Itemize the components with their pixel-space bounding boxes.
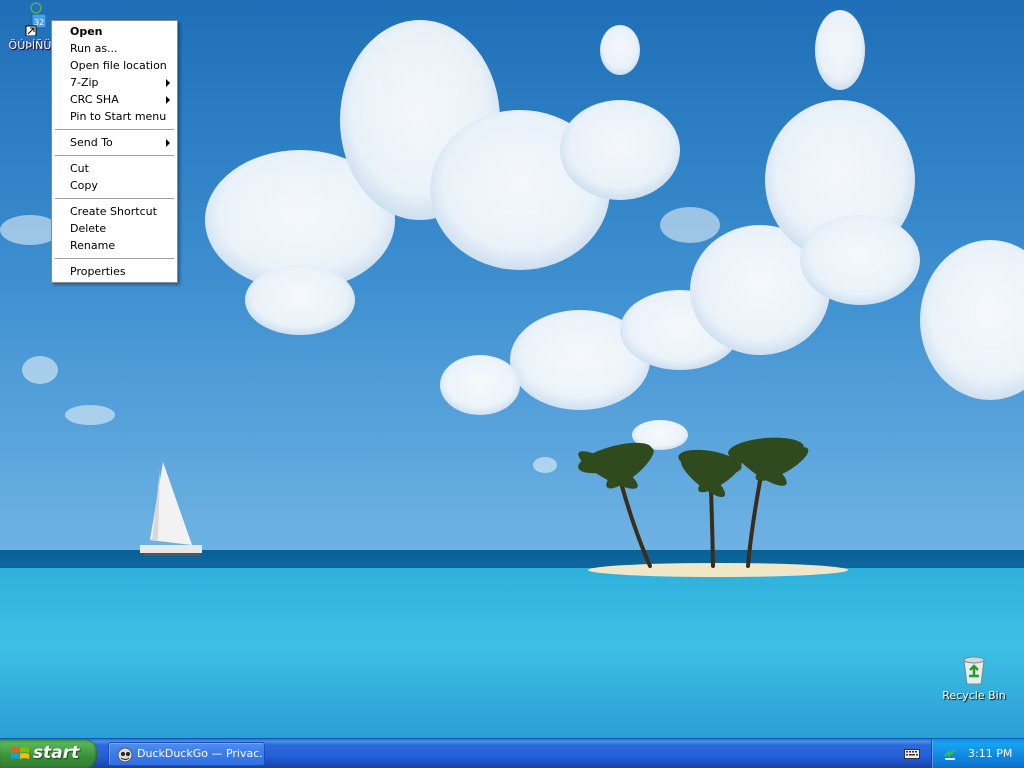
menu-item-7zip[interactable]: 7-Zip: [52, 74, 177, 91]
shortcut-icon: 32: [25, 2, 47, 37]
start-label: start: [33, 743, 80, 763]
menu-item-delete[interactable]: Delete: [52, 220, 177, 237]
start-button[interactable]: start: [0, 739, 97, 768]
menu-item-pin-to-start[interactable]: Pin to Start menu: [52, 108, 177, 125]
clock[interactable]: 3:11 PM: [968, 747, 1012, 760]
chevron-right-icon: [166, 96, 170, 104]
recycle-bin[interactable]: Recycle Bin: [942, 654, 1006, 702]
menu-item-cut[interactable]: Cut: [52, 160, 177, 177]
context-menu: Open Run as... Open file location 7-Zip …: [51, 20, 178, 283]
taskbar-button-label: DuckDuckGo — Privac...: [137, 747, 262, 760]
menu-separator: [55, 198, 174, 199]
menu-separator: [55, 258, 174, 259]
menu-item-properties[interactable]: Properties: [52, 263, 177, 280]
menu-item-create-shortcut[interactable]: Create Shortcut: [52, 203, 177, 220]
desktop-shortcut[interactable]: 32 ÖÚÞÍÑÜ: [6, 2, 54, 52]
menu-separator: [55, 129, 174, 130]
chevron-right-icon: [166, 79, 170, 87]
menu-item-label: Cut: [70, 162, 89, 175]
menu-item-label: CRC SHA: [70, 93, 119, 106]
desktop-shortcut-label: ÖÚÞÍÑÜ: [7, 39, 53, 52]
keyboard-icon[interactable]: [904, 747, 920, 759]
menu-item-rename[interactable]: Rename: [52, 237, 177, 254]
menu-item-label: Create Shortcut: [70, 205, 157, 218]
recycle-bin-label: Recycle Bin: [942, 689, 1006, 702]
menu-item-label: Rename: [70, 239, 116, 252]
chevron-right-icon: [166, 139, 170, 147]
menu-item-label: 7-Zip: [70, 76, 99, 89]
menu-item-label: Send To: [70, 136, 113, 149]
menu-item-copy[interactable]: Copy: [52, 177, 177, 194]
browser-icon: [117, 747, 133, 763]
menu-item-send-to[interactable]: Send To: [52, 134, 177, 151]
menu-item-label: Properties: [70, 265, 126, 278]
menu-item-label: Open file location: [70, 59, 167, 72]
windows-logo-icon: [11, 747, 29, 759]
menu-item-crc-sha[interactable]: CRC SHA: [52, 91, 177, 108]
menu-item-open-file-location[interactable]: Open file location: [52, 57, 177, 74]
menu-item-label: Copy: [70, 179, 98, 192]
taskbar: start DuckDuckGo — Privac... 3:11 PM: [0, 738, 1024, 768]
menu-item-label: Open: [70, 25, 103, 38]
menu-separator: [55, 155, 174, 156]
network-icon[interactable]: [942, 746, 958, 762]
menu-item-label: Delete: [70, 222, 107, 235]
system-tray: 3:11 PM: [931, 739, 1024, 768]
menu-item-open[interactable]: Open: [52, 23, 177, 40]
menu-item-run-as[interactable]: Run as...: [52, 40, 177, 57]
taskbar-button-browser[interactable]: DuckDuckGo — Privac...: [108, 742, 265, 766]
desktop[interactable]: 32 ÖÚÞÍÑÜ Recycle Bin Open Run as... Ope…: [0, 0, 1024, 738]
recycle-bin-icon: [963, 656, 985, 685]
menu-item-label: Pin to Start menu: [70, 110, 167, 123]
menu-item-label: Run as...: [70, 42, 118, 55]
